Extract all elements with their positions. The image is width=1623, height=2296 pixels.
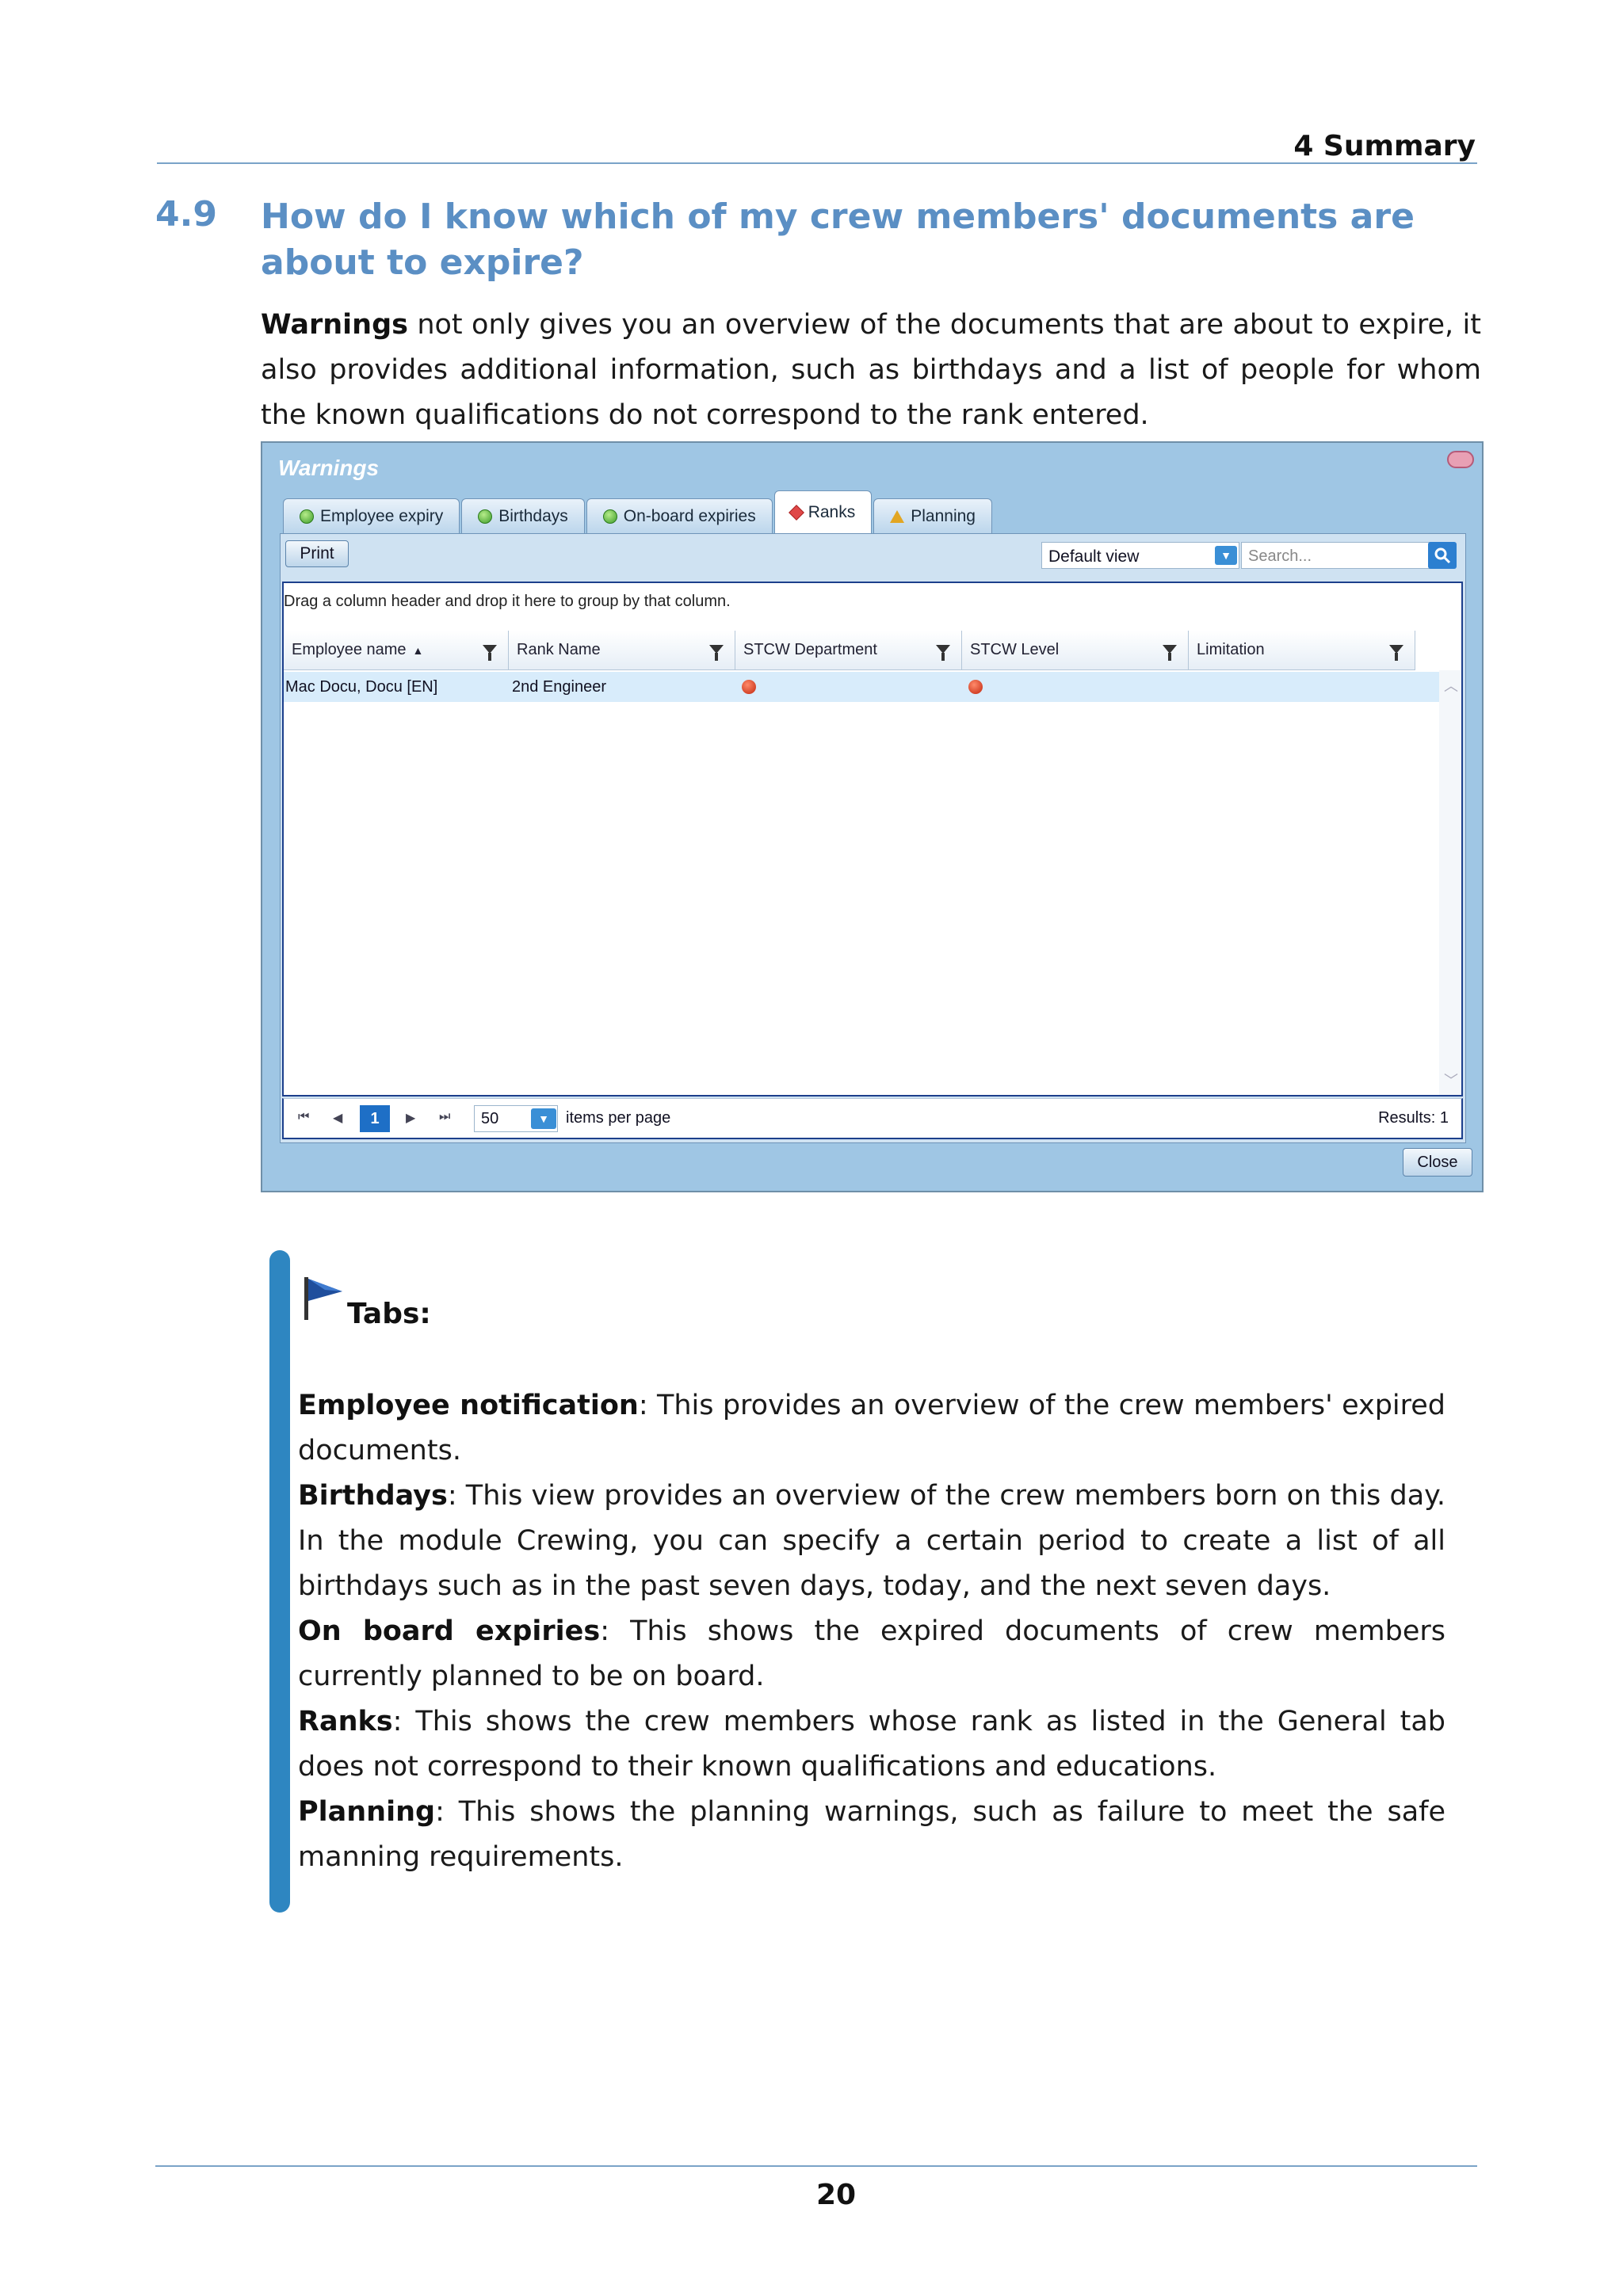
- current-page[interactable]: 1: [360, 1105, 390, 1132]
- column-label: Rank Name: [517, 641, 601, 658]
- previous-page-icon[interactable]: ◀: [333, 1110, 342, 1126]
- chapter-header: 4 Summary: [1293, 130, 1476, 162]
- note-item: Planning: This shows the planning warnin…: [298, 1790, 1445, 1880]
- note-term: Birthdays: [298, 1480, 448, 1512]
- warnings-window: Warnings Employee expiry Birthdays On-bo…: [261, 441, 1484, 1192]
- note-item: On board expiries: This shows the expire…: [298, 1609, 1445, 1699]
- filter-icon[interactable]: [936, 645, 950, 661]
- green-circle-icon: [478, 509, 493, 524]
- column-header-stcw-department[interactable]: STCW Department: [735, 631, 962, 670]
- tab-content: Print Default view ▼ Search... Drag a co…: [280, 533, 1466, 1143]
- filter-icon[interactable]: [483, 645, 497, 661]
- note-item: Birthdays: This view provides an overvie…: [298, 1474, 1445, 1609]
- tab-employee-expiry[interactable]: Employee expiry: [283, 498, 460, 533]
- filter-icon[interactable]: [1163, 645, 1177, 661]
- filter-icon[interactable]: [709, 645, 724, 661]
- note-text: : This shows the planning warnings, such…: [298, 1796, 1445, 1873]
- view-select[interactable]: Default view ▼: [1041, 542, 1239, 569]
- items-per-page-label: items per page: [566, 1109, 671, 1127]
- note-bar: [269, 1250, 290, 1913]
- tab-label: Employee expiry: [320, 506, 444, 525]
- note-term: On board expiries: [298, 1615, 601, 1647]
- header-rule: [157, 162, 1477, 164]
- column-header-stcw-level[interactable]: STCW Level: [962, 631, 1189, 670]
- note-item: Employee notification: This provides an …: [298, 1383, 1445, 1474]
- green-circle-icon: [300, 509, 314, 524]
- print-button[interactable]: Print: [285, 540, 349, 567]
- note-term: Ranks: [298, 1706, 393, 1737]
- column-label: STCW Department: [743, 641, 877, 658]
- intro-paragraph: Warnings not only gives you an overview …: [261, 303, 1481, 438]
- group-hint: Drag a column header and drop it here to…: [284, 593, 731, 610]
- close-button[interactable]: Close: [1403, 1148, 1472, 1177]
- last-page-icon[interactable]: ⏭: [439, 1110, 450, 1124]
- tab-birthdays[interactable]: Birthdays: [461, 498, 585, 533]
- section-number: 4.9: [155, 194, 217, 235]
- tab-label: On-board expiries: [623, 506, 756, 525]
- tab-label: Planning: [911, 506, 976, 525]
- vertical-scrollbar[interactable]: ︿ ﹀: [1439, 670, 1461, 1095]
- tab-label: Ranks: [808, 502, 856, 521]
- column-label: STCW Level: [970, 641, 1060, 658]
- note-title: Tabs:: [347, 1298, 431, 1330]
- column-header-employee-name[interactable]: Employee name ▲: [284, 631, 509, 670]
- chevron-down-icon[interactable]: ▼: [531, 1108, 556, 1129]
- green-circle-icon: [602, 509, 617, 524]
- intro-bold-term: Warnings: [261, 309, 408, 341]
- table-row[interactable]: Mac Docu, Docu [EN] 2nd Engineer: [284, 672, 1439, 702]
- column-header-limitation[interactable]: Limitation: [1189, 631, 1415, 670]
- window-close-control[interactable]: [1447, 451, 1474, 468]
- note-body: Employee notification: This provides an …: [298, 1383, 1445, 1880]
- first-page-icon[interactable]: ⏮: [298, 1110, 309, 1124]
- note-term: Planning: [298, 1796, 436, 1828]
- flag-icon: [304, 1277, 342, 1320]
- error-icon: [742, 680, 756, 694]
- search-button[interactable]: [1428, 542, 1457, 569]
- sort-ascending-icon: ▲: [412, 643, 424, 657]
- intro-text: not only gives you an overview of the do…: [261, 309, 1481, 431]
- tab-ranks[interactable]: Ranks: [773, 490, 873, 533]
- section-title: How do I know which of my crew members' …: [261, 196, 1415, 283]
- data-grid: Drag a column header and drop it here to…: [282, 582, 1463, 1097]
- page-number: 20: [815, 2179, 857, 2211]
- scroll-down-icon[interactable]: ﹀: [1444, 1070, 1458, 1090]
- column-label: Limitation: [1197, 641, 1265, 658]
- cell-rank-name: 2nd Engineer: [512, 678, 606, 696]
- tab-bar: Employee expiry Birthdays On-board expir…: [283, 490, 994, 533]
- scroll-up-icon[interactable]: ︿: [1444, 675, 1458, 696]
- search-icon: [1434, 547, 1451, 564]
- chevron-down-icon[interactable]: ▼: [1215, 546, 1237, 565]
- next-page-icon[interactable]: ▶: [406, 1110, 415, 1126]
- note-item: Ranks: This shows the crew members whose…: [298, 1699, 1445, 1790]
- error-icon: [968, 680, 983, 694]
- note-text: : This shows the crew members whose rank…: [298, 1706, 1445, 1783]
- column-header-rank-name[interactable]: Rank Name: [509, 631, 735, 670]
- tab-planning[interactable]: Planning: [873, 498, 992, 533]
- warning-triangle-icon: [890, 509, 905, 523]
- note-term: Employee notification: [298, 1390, 639, 1421]
- footer-rule: [155, 2165, 1477, 2167]
- column-label: Employee name: [292, 641, 407, 658]
- note-text: : This view provides an overview of the …: [298, 1480, 1445, 1602]
- pager: ⏮ ◀ 1 ▶ ⏭ 50 ▼ items per page Results: 1: [282, 1098, 1463, 1139]
- red-diamond-icon: [788, 504, 804, 521]
- tab-on-board-expiries[interactable]: On-board expiries: [586, 498, 773, 533]
- filter-icon[interactable]: [1389, 645, 1403, 661]
- tab-label: Birthdays: [498, 506, 568, 525]
- view-select-value: Default view: [1048, 547, 1140, 566]
- search-input[interactable]: Search...: [1241, 542, 1441, 569]
- results-count: Results: 1: [1378, 1109, 1449, 1127]
- window-title: Warnings: [278, 456, 380, 480]
- cell-employee-name: Mac Docu, Docu [EN]: [285, 678, 438, 696]
